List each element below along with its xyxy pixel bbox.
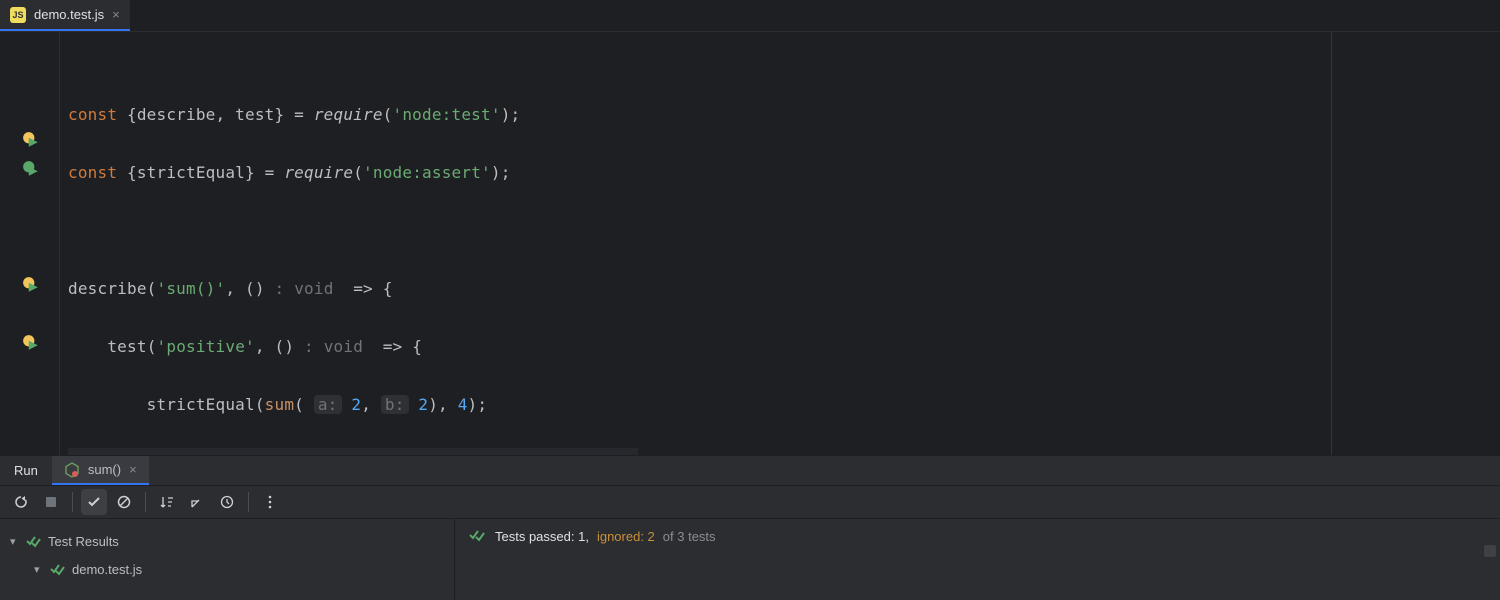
run-test-icon[interactable] [22, 334, 40, 352]
run-test-passed-icon[interactable] [22, 160, 40, 178]
editor-tab[interactable]: JS demo.test.js × [0, 0, 130, 31]
test-tree[interactable]: ▾ Test Results ▾ demo.test.js [0, 519, 455, 600]
editor-gutter [0, 32, 60, 455]
stop-icon[interactable] [38, 489, 64, 515]
show-passed-icon[interactable] [81, 489, 107, 515]
run-panel: Run sum() × ▾ Test Results ▾ [0, 455, 1500, 600]
code-area[interactable]: const {describe, test} = require('node:t… [60, 32, 646, 455]
more-icon[interactable] [257, 489, 283, 515]
run-test-icon[interactable] [22, 276, 40, 294]
test-toolbar [0, 486, 1500, 519]
tree-file-label: demo.test.js [72, 562, 142, 577]
chevron-down-icon[interactable]: ▾ [34, 563, 44, 576]
run-config-name: sum() [88, 462, 121, 477]
run-test-icon[interactable] [22, 131, 40, 149]
tests-total-text: of 3 tests [663, 529, 716, 544]
tests-ignored-text: ignored: 2 [597, 529, 655, 544]
test-output[interactable]: Tests passed: 1, ignored: 2 of 3 tests [455, 519, 1500, 600]
pass-icon [26, 534, 42, 548]
scrollbar[interactable] [1484, 545, 1496, 557]
chevron-down-icon[interactable]: ▾ [10, 535, 20, 548]
show-ignored-icon[interactable] [111, 489, 137, 515]
tree-root[interactable]: ▾ Test Results [10, 527, 444, 555]
sort-icon[interactable] [154, 489, 180, 515]
history-icon[interactable] [214, 489, 240, 515]
rerun-icon[interactable] [8, 489, 34, 515]
run-tool-window-label[interactable]: Run [0, 456, 52, 485]
js-file-icon: JS [10, 7, 26, 23]
tree-root-label: Test Results [48, 534, 119, 549]
nodejs-icon [64, 462, 80, 478]
expand-icon[interactable] [184, 489, 210, 515]
pass-icon [469, 527, 487, 546]
tab-filename: demo.test.js [34, 7, 104, 22]
tree-file[interactable]: ▾ demo.test.js [10, 555, 444, 583]
panel-tabbar: Run sum() × [0, 456, 1500, 486]
tests-passed-text: Tests passed: 1, [495, 529, 589, 544]
pass-icon [50, 562, 66, 576]
code-editor[interactable]: const {describe, test} = require('node:t… [0, 32, 1500, 455]
run-config-tab[interactable]: sum() × [52, 456, 149, 485]
close-icon[interactable]: × [112, 7, 120, 22]
editor-tabbar: JS demo.test.js × [0, 0, 1500, 32]
close-icon[interactable]: × [129, 462, 137, 477]
